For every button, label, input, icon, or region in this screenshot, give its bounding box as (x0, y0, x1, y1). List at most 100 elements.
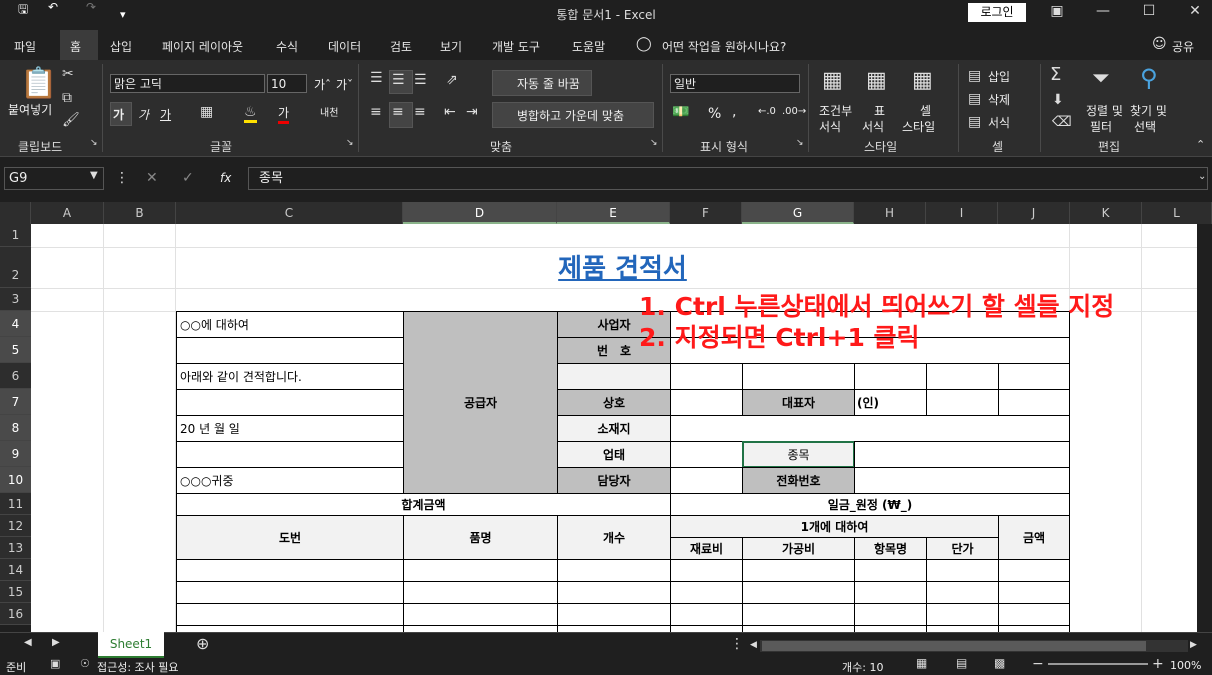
row-header[interactable]: 8 (0, 415, 31, 441)
ribbon-display-icon[interactable]: ▣ (1042, 3, 1072, 19)
name-box[interactable]: G9 (4, 167, 104, 190)
decrease-decimal-icon[interactable]: .00→ (782, 106, 806, 117)
clear-icon[interactable]: ⌫ (1052, 114, 1072, 130)
cell-styles-label[interactable]: 셀 (920, 102, 931, 119)
font-size-combo[interactable]: 10 (267, 74, 307, 93)
find-select-label[interactable]: 찾기 및 (1130, 102, 1167, 119)
select-all-corner[interactable] (0, 202, 31, 224)
collapse-ribbon-icon[interactable]: ⌃ (1196, 138, 1205, 151)
table-cell[interactable] (403, 625, 558, 632)
accessibility-icon[interactable]: ☉ (80, 657, 90, 670)
column-header[interactable]: C (176, 202, 403, 224)
header-material[interactable]: 재료비 (670, 537, 743, 560)
column-header[interactable]: K (1070, 202, 1142, 224)
table-cell[interactable] (854, 603, 927, 626)
table-cell[interactable] (926, 625, 999, 632)
table-cell[interactable] (670, 559, 743, 582)
table-cell[interactable] (403, 581, 558, 604)
cell-c9[interactable] (176, 441, 404, 468)
cell-supplier[interactable]: 공급자 (403, 311, 558, 494)
close-icon[interactable]: ✕ (1180, 3, 1210, 19)
align-bottom-icon[interactable]: ☰ (414, 72, 427, 88)
table-cell[interactable] (742, 625, 855, 632)
percent-button[interactable]: % (708, 106, 721, 122)
merge-center-button[interactable]: 병합하고 가운데 맞춤 (517, 107, 624, 124)
insert-cells-icon[interactable]: ▤ (968, 68, 981, 84)
header-drawing-no[interactable]: 도번 (176, 515, 404, 560)
cell-j7[interactable] (998, 389, 1070, 416)
cell-i6[interactable] (926, 363, 999, 390)
cell-f10[interactable] (670, 467, 743, 494)
conditional-format-icon[interactable]: ▦ (822, 68, 843, 93)
cell-g6[interactable] (742, 363, 855, 390)
header-amount[interactable]: 금액 (998, 515, 1070, 560)
table-cell[interactable] (854, 559, 927, 582)
format-painter-icon[interactable]: 🖌 (62, 112, 80, 128)
name-box-dropdown-icon[interactable]: ▼ (90, 170, 98, 181)
align-left-icon[interactable]: ≡ (370, 104, 382, 120)
sort-filter-label[interactable]: 정렬 및 (1086, 102, 1123, 119)
increase-decimal-icon[interactable]: ←.0 (758, 106, 776, 117)
row-header[interactable]: 7 (0, 389, 31, 415)
cell-f6[interactable] (670, 363, 743, 390)
page-break-view-icon[interactable]: ▩ (994, 656, 1005, 670)
column-header[interactable]: H (854, 202, 926, 224)
number-launcher-icon[interactable]: ↘ (796, 138, 804, 148)
table-cell[interactable] (403, 603, 558, 626)
page-layout-view-icon[interactable]: ▤ (956, 656, 967, 670)
cell-e9[interactable]: 업태 (557, 441, 671, 468)
column-header[interactable]: F (670, 202, 742, 224)
hscroll-left-icon[interactable]: ◀ (750, 640, 757, 650)
add-sheet-icon[interactable]: ⊕ (196, 634, 209, 653)
column-header[interactable]: G (742, 202, 854, 224)
underline-button[interactable]: 가 (160, 106, 171, 123)
status-accessibility[interactable]: 접근성: 조사 필요 (97, 659, 179, 675)
cell-h9[interactable] (854, 441, 1070, 468)
column-header[interactable]: A (31, 202, 104, 224)
column-header[interactable]: I (926, 202, 998, 224)
table-cell[interactable] (998, 581, 1070, 604)
conditional-format-label[interactable]: 조건부 (819, 102, 852, 119)
format-cells-icon[interactable]: ▤ (968, 114, 981, 130)
fill-icon[interactable]: ⬇ (1052, 92, 1064, 108)
horizontal-scroll-thumb[interactable] (762, 641, 1146, 651)
wrap-text-button[interactable]: 자동 줄 바꿈 (517, 75, 580, 92)
macro-record-icon[interactable]: ▣ (50, 657, 60, 670)
table-cell[interactable] (742, 559, 855, 582)
enter-icon[interactable]: ✓ (182, 170, 194, 186)
table-cell[interactable] (557, 559, 671, 582)
row-header[interactable]: 1 (0, 224, 31, 247)
zoom-in-icon[interactable]: + (1152, 656, 1164, 672)
align-center-icon[interactable]: ≡ (392, 104, 404, 120)
sort-filter-icon[interactable]: ⏷ (1092, 66, 1110, 91)
cell-c8[interactable]: 20 년 월 일 (176, 415, 404, 442)
column-header[interactable]: D (403, 202, 557, 224)
format-as-table-label[interactable]: 표 (874, 102, 885, 119)
copy-icon[interactable]: ⧉ (62, 90, 72, 106)
header-item-name[interactable]: 항목명 (854, 537, 927, 560)
cell-styles-label2[interactable]: 스타일 (902, 118, 935, 135)
accounting-icon[interactable]: 💵 (672, 104, 689, 120)
cell-total-label[interactable]: 합계금액 (176, 493, 671, 516)
cell-g10[interactable]: 전화번호 (742, 467, 855, 494)
autosum-icon[interactable]: Σ (1050, 64, 1061, 85)
tab-data[interactable]: 데이터 (328, 38, 361, 55)
delete-cells-icon[interactable]: ▤ (968, 91, 981, 107)
hscroll-right-icon[interactable]: ▶ (1190, 640, 1197, 650)
row-header[interactable]: 4 (0, 311, 31, 337)
minimize-icon[interactable]: — (1088, 3, 1118, 19)
column-header[interactable]: J (998, 202, 1070, 224)
insert-function-button[interactable]: fx (220, 171, 231, 185)
alignment-launcher-icon[interactable]: ↘ (650, 138, 658, 148)
zoom-slider[interactable] (1048, 663, 1148, 665)
align-middle-icon[interactable]: ☰ (392, 72, 405, 88)
orientation-icon[interactable]: ⇗ (446, 72, 458, 88)
row-header[interactable]: 9 (0, 441, 31, 467)
expand-formula-icon[interactable]: ⌄ (1198, 171, 1206, 182)
cell-i7[interactable] (926, 389, 999, 416)
cell-g7[interactable]: 대표자 (742, 389, 855, 416)
decrease-indent-icon[interactable]: ⇤ (444, 104, 456, 120)
italic-button[interactable]: 가 (138, 106, 149, 123)
grow-font-icon[interactable]: 가ˆ (314, 76, 331, 93)
share-button[interactable]: 공유 (1172, 38, 1194, 55)
